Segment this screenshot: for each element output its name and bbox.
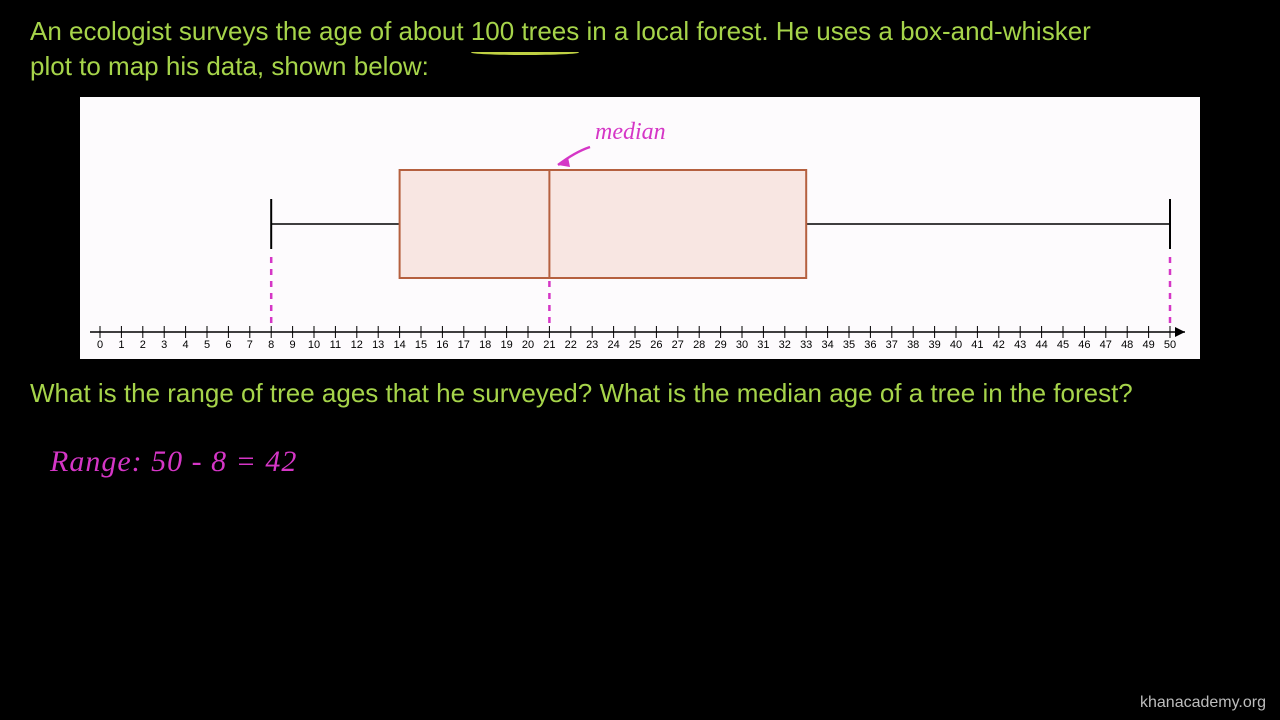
underline-icon xyxy=(471,50,579,55)
handwritten-range: Range: 50 - 8 = 42 xyxy=(50,445,297,479)
question-text: What is the range of tree ages that he s… xyxy=(30,378,1250,409)
problem-line2: plot to map his data, shown below: xyxy=(30,51,429,81)
problem-highlight-text: 100 trees xyxy=(471,16,579,46)
problem-line1-post: in a local forest. He uses a box-and-whi… xyxy=(579,16,1091,46)
boxplot-canvas: 0123456789101112131415161718192021222324… xyxy=(80,97,1200,359)
watermark: khanacademy.org xyxy=(1140,694,1266,712)
highlight-100-trees: 100 trees xyxy=(471,14,579,49)
boxplot-overlay xyxy=(80,97,1200,359)
problem-text: An ecologist surveys the age of about 10… xyxy=(0,0,1280,92)
problem-line1-pre: An ecologist surveys the age of about xyxy=(30,16,471,46)
